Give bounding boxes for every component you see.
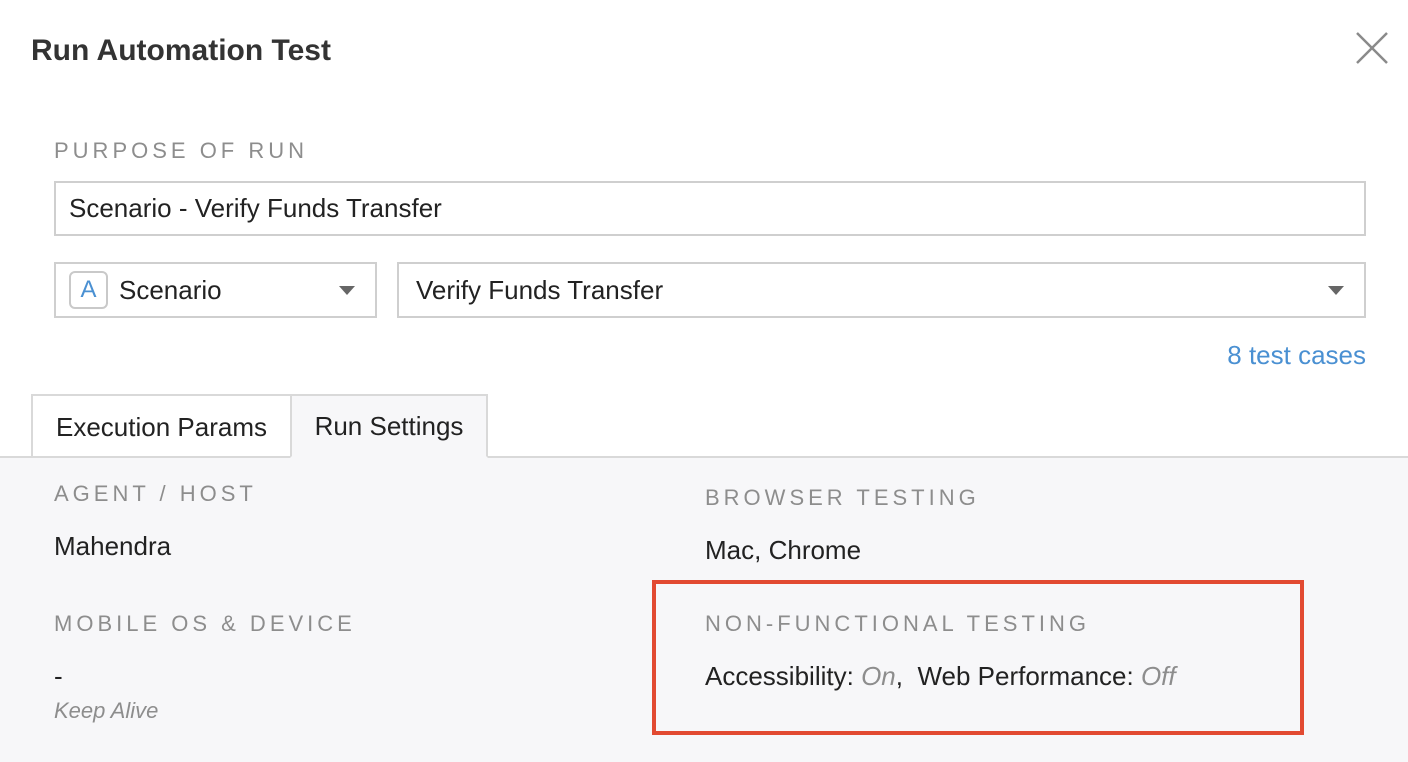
chevron-down-icon (1328, 286, 1344, 295)
tab-run-settings[interactable]: Run Settings (290, 394, 488, 458)
mobile-os-device-label: MOBILE OS & DEVICE (54, 611, 356, 636)
tab-execution-params[interactable]: Execution Params (31, 394, 292, 458)
purpose-of-run-input[interactable] (54, 181, 1366, 236)
browser-testing-label: BROWSER TESTING (705, 485, 980, 510)
close-button[interactable] (1352, 28, 1392, 68)
browser-os: Mac, (705, 535, 762, 565)
agent-host-value: Mahendra (54, 531, 172, 561)
browser-name: Chrome (768, 535, 862, 565)
mobile-os-device-value: - (54, 661, 63, 691)
run-target-value: Verify Funds Transfer (416, 274, 664, 305)
chevron-down-icon (339, 286, 355, 295)
purpose-of-run-label: PURPOSE OF RUN (54, 138, 309, 163)
type-badge-icon: A (69, 271, 108, 309)
settings-tabs: Execution Params Run Settings (0, 394, 1408, 458)
highlight-annotation (652, 580, 1304, 735)
run-target-select[interactable]: Verify Funds Transfer (397, 262, 1366, 318)
close-icon (1356, 32, 1388, 64)
tab-label: Execution Params (56, 411, 267, 442)
keep-alive-note: Keep Alive (54, 698, 159, 723)
run-type-select[interactable]: A Scenario (54, 262, 377, 318)
test-cases-link[interactable]: 8 test cases (1227, 340, 1366, 371)
tab-label: Run Settings (314, 410, 464, 441)
agent-host-label: AGENT / HOST (54, 481, 257, 506)
run-type-value: Scenario (119, 274, 222, 305)
browser-testing-value: Mac, Chrome (705, 535, 861, 566)
dialog-title: Run Automation Test (31, 34, 331, 67)
